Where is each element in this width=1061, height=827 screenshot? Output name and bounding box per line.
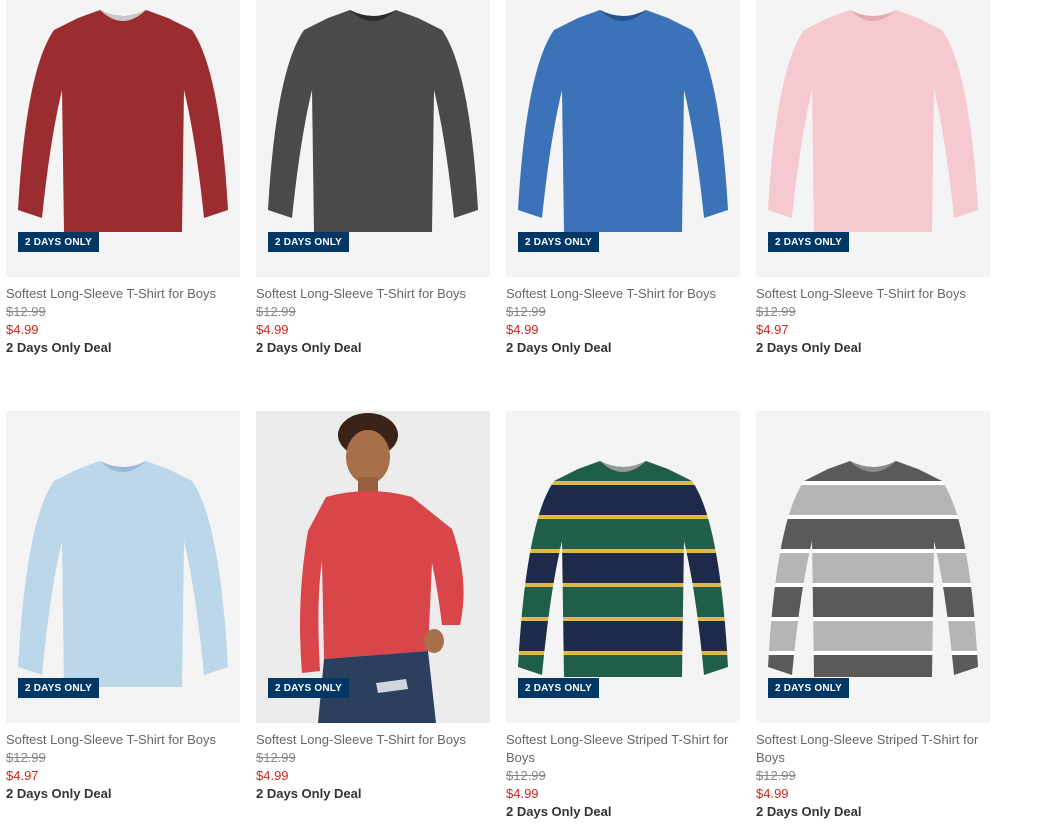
deal-label: 2 Days Only Deal	[256, 786, 362, 801]
product-image[interactable]: 2 DAYS ONLY	[506, 0, 740, 277]
deal-label: 2 Days Only Deal	[756, 804, 862, 819]
sale-price: $4.99	[756, 786, 789, 801]
deal-label: 2 Days Only Deal	[756, 340, 862, 355]
product-card[interactable]: 2 DAYS ONLY Softest Long-Sleeve T-Shirt …	[756, 0, 990, 356]
product-image[interactable]: 2 DAYS ONLY	[256, 0, 490, 277]
product-card[interactable]: 2 DAYS ONLY Softest Long-Sleeve T-Shirt …	[256, 0, 490, 356]
original-price: $12.99	[256, 750, 296, 765]
deal-label: 2 Days Only Deal	[506, 340, 612, 355]
product-card[interactable]: 2 DAYS ONLY Softest Long-Sleeve T-Shirt …	[506, 0, 740, 356]
original-price: $12.99	[756, 768, 796, 783]
original-price: $12.99	[6, 304, 46, 319]
original-price: $12.99	[6, 750, 46, 765]
sale-price: $4.99	[506, 786, 539, 801]
product-card[interactable]: 2 DAYS ONLY Softest Long-Sleeve Striped …	[756, 411, 990, 820]
product-name[interactable]: Softest Long-Sleeve T-Shirt for Boys	[256, 731, 490, 749]
deal-badge: 2 DAYS ONLY	[518, 232, 600, 252]
product-card[interactable]: 2 DAYS ONLY Softest Long-Sleeve T-Shirt …	[256, 411, 490, 802]
product-name[interactable]: Softest Long-Sleeve T-Shirt for Boys	[506, 285, 740, 303]
sale-price: $4.99	[6, 322, 39, 337]
sale-price: $4.97	[6, 768, 39, 783]
deal-badge: 2 DAYS ONLY	[268, 232, 350, 252]
product-image[interactable]: 2 DAYS ONLY	[756, 0, 990, 277]
deal-label: 2 Days Only Deal	[6, 786, 112, 801]
original-price: $12.99	[256, 304, 296, 319]
product-card[interactable]: 2 DAYS ONLY Softest Long-Sleeve Striped …	[506, 411, 740, 820]
sale-price: $4.99	[256, 768, 289, 783]
deal-badge: 2 DAYS ONLY	[18, 232, 100, 252]
deal-label: 2 Days Only Deal	[256, 340, 362, 355]
product-name[interactable]: Softest Long-Sleeve Striped T-Shirt for …	[756, 731, 990, 767]
deal-label: 2 Days Only Deal	[6, 340, 112, 355]
original-price: $12.99	[756, 304, 796, 319]
product-card[interactable]: 2 DAYS ONLY Softest Long-Sleeve T-Shirt …	[6, 0, 240, 356]
deal-badge: 2 DAYS ONLY	[518, 678, 600, 698]
product-name[interactable]: Softest Long-Sleeve T-Shirt for Boys	[256, 285, 490, 303]
product-card[interactable]: 2 DAYS ONLY Softest Long-Sleeve T-Shirt …	[6, 411, 240, 802]
product-name[interactable]: Softest Long-Sleeve T-Shirt for Boys	[756, 285, 990, 303]
sale-price: $4.99	[256, 322, 289, 337]
product-image[interactable]: 2 DAYS ONLY	[756, 411, 990, 723]
original-price: $12.99	[506, 768, 546, 783]
product-image[interactable]: 2 DAYS ONLY	[6, 0, 240, 277]
deal-label: 2 Days Only Deal	[506, 804, 612, 819]
deal-badge: 2 DAYS ONLY	[18, 678, 100, 698]
product-name[interactable]: Softest Long-Sleeve Striped T-Shirt for …	[506, 731, 740, 767]
sale-price: $4.97	[756, 322, 789, 337]
sale-price: $4.99	[506, 322, 539, 337]
product-image[interactable]: 2 DAYS ONLY	[506, 411, 740, 723]
deal-badge: 2 DAYS ONLY	[768, 678, 850, 698]
product-name[interactable]: Softest Long-Sleeve T-Shirt for Boys	[6, 285, 240, 303]
product-image[interactable]: 2 DAYS ONLY	[256, 411, 490, 723]
original-price: $12.99	[506, 304, 546, 319]
product-image[interactable]: 2 DAYS ONLY	[6, 411, 240, 723]
deal-badge: 2 DAYS ONLY	[268, 678, 350, 698]
deal-badge: 2 DAYS ONLY	[768, 232, 850, 252]
product-name[interactable]: Softest Long-Sleeve T-Shirt for Boys	[6, 731, 240, 749]
